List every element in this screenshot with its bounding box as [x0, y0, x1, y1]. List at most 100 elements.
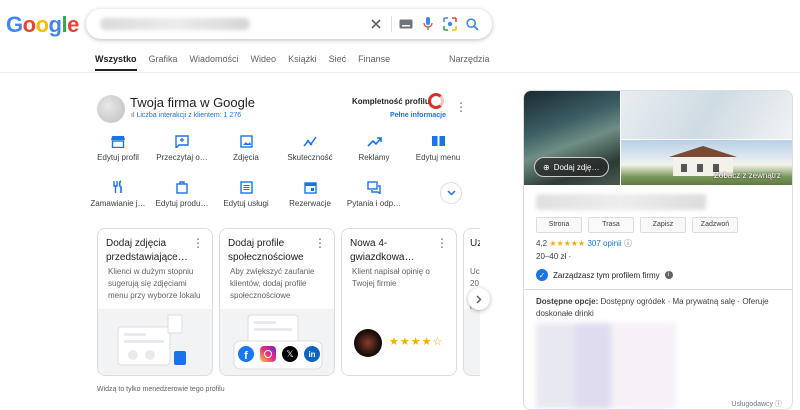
microphone-icon[interactable] [420, 16, 436, 32]
action-image[interactable]: Zdjęcia [214, 132, 278, 162]
info-icon[interactable]: ⓘ [624, 239, 632, 248]
suggestion-card-review[interactable]: Nowa 4-gwiazdkowa… ⋮ Klient napisał opin… [341, 228, 457, 376]
price-range: 20–40 zł · [536, 252, 572, 261]
full-info-link[interactable]: Pełne informacje [390, 112, 446, 119]
action-label: Reklamy [358, 153, 390, 162]
rating-value: 4,2 [536, 239, 548, 248]
bag-icon [150, 178, 214, 196]
options-label: Dostępne opcje: [536, 297, 599, 306]
panel-divider [524, 289, 792, 290]
blurred-details [536, 323, 676, 409]
review-illustration: ★★★★☆ [342, 309, 456, 375]
card-title: Dodaj zdjęcia przedstawiające… [106, 238, 188, 263]
linkedin-icon: in [304, 346, 320, 362]
tab-sieć[interactable]: Sieć [329, 54, 347, 71]
logo-letter: G [6, 12, 23, 37]
action-calendar[interactable]: Rezerwacje [278, 178, 342, 208]
cutlery-icon [86, 178, 150, 196]
providers-link[interactable]: Usługodawcy ⓘ [731, 399, 782, 409]
logo-letter: o [35, 12, 49, 37]
kp-button-strona[interactable]: Strona [536, 217, 582, 233]
service-options: Dostępne opcje: Dostępny ogródek · Ma pr… [536, 296, 781, 320]
kp-button-zapisz[interactable]: Zapisz [640, 217, 686, 233]
search-tabs: Wszystko Grafika Wiadomości Wideo Książki Sie… [95, 54, 402, 71]
tab-wszystko[interactable]: Wszystko [95, 54, 137, 71]
more-options-icon[interactable]: ⋮ [455, 101, 467, 113]
business-name-blurred [536, 194, 706, 210]
facebook-icon: f [238, 346, 254, 362]
tab-grafika[interactable]: Grafika [149, 54, 178, 71]
business-panel-title: Twoja firma w Google [130, 95, 255, 110]
managed-text: Zarządzasz tym profilem firmy [553, 270, 660, 280]
suggestion-card-photos[interactable]: Dodaj zdjęcia przedstawiające… ⋮ Klienci… [97, 228, 213, 376]
action-label: Edytuj usługi [223, 199, 269, 208]
action-label: Rezerwacje [289, 199, 331, 208]
chat-icon [342, 178, 406, 196]
reviews-link[interactable]: 307 opinii [587, 239, 621, 248]
search-icon[interactable] [464, 16, 480, 32]
action-trend[interactable]: Reklamy [342, 132, 406, 162]
action-cutlery[interactable]: Zamawianie j… [86, 178, 150, 208]
social-illustration: f 𝕏 in [220, 309, 334, 375]
action-label: Pytania i odp… [346, 199, 402, 208]
lens-icon[interactable] [442, 16, 458, 32]
cards-next-button[interactable] [468, 288, 490, 310]
close-icon[interactable] [368, 16, 384, 32]
tab-wiadomości[interactable]: Wiadomości [190, 54, 239, 71]
action-message[interactable]: Przeczytaj o… [150, 132, 214, 162]
tab-finanse[interactable]: Finanse [358, 54, 390, 71]
chart-icon [278, 132, 342, 150]
keyboard-icon[interactable] [398, 16, 414, 32]
chevron-down-icon [446, 190, 456, 196]
action-chat[interactable]: Pytania i odp… [342, 178, 406, 208]
image-icon [214, 132, 278, 150]
card-illustration [464, 309, 480, 375]
action-list[interactable]: Edytuj usługi [214, 178, 278, 208]
add-photo-button[interactable]: ⊕ Dodaj zdję… [534, 157, 609, 177]
suggestion-card-social[interactable]: Dodaj profile społecznościowe ⋮ Aby zwię… [219, 228, 335, 376]
review-stars: ★★★★☆ [389, 336, 444, 348]
store-icon [86, 132, 150, 150]
tab-książki[interactable]: Książki [288, 54, 317, 71]
action-store[interactable]: Edytuj profil [86, 132, 150, 162]
card-description: Klienci w dużym stopniu sugerują się zdj… [108, 267, 201, 300]
view-outside-label[interactable]: Zobacz z zewnątrz [714, 171, 781, 180]
action-label: Skuteczność [287, 153, 333, 162]
completeness-label: Kompletność profilu [352, 97, 430, 106]
search-bar[interactable] [86, 9, 492, 39]
list-icon [214, 178, 278, 196]
action-label: Zdjęcia [233, 153, 259, 162]
action-label: Edytuj produ… [155, 199, 209, 208]
card-title: Dodaj profile społecznościowe [228, 238, 304, 263]
action-label: Przeczytaj o… [156, 153, 208, 162]
action-chart[interactable]: Skuteczność [278, 132, 342, 162]
card-menu-icon[interactable]: ⋮ [314, 237, 326, 249]
interactions-text: Liczba interakcji z klientem: 1 276 [136, 112, 242, 119]
interactions-link[interactable]: ıl Liczba interakcji z klientem: 1 276 [131, 112, 241, 119]
expand-actions-button[interactable] [440, 182, 462, 204]
photos-illustration [98, 309, 212, 375]
providers-label: Usługodawcy [731, 401, 774, 408]
reviewer-avatar [354, 329, 382, 357]
card-title: Nowa 4-gwiazdkowa… [350, 238, 415, 263]
card-description: Aby zwiększyć zaufanie klientów, dodaj p… [230, 267, 315, 300]
tools-button[interactable]: Narzędzia [449, 54, 490, 64]
card-menu-icon[interactable]: ⋮ [436, 237, 448, 249]
rating-row: 4,2 ★★★★★ 307 opinii ⓘ [536, 238, 632, 249]
rating-stars: ★★★★★ [549, 239, 586, 248]
kp-button-trasa[interactable]: Trasa [588, 217, 634, 233]
message-icon [150, 132, 214, 150]
google-logo[interactable]: Google [6, 12, 79, 38]
action-label: Edytuj menu [415, 153, 461, 162]
card-menu-icon[interactable]: ⋮ [192, 237, 204, 249]
info-icon[interactable]: i [664, 271, 673, 279]
tab-wideo[interactable]: Wideo [251, 54, 277, 71]
header-divider [0, 72, 800, 73]
action-menu-book[interactable]: Edytuj menu [406, 132, 470, 162]
action-bag[interactable]: Edytuj produ… [150, 178, 214, 208]
kp-button-zadzwoń[interactable]: Zadzwoń [692, 217, 738, 233]
knowledge-panel: ⊕ Dodaj zdję… Zobacz z zewnątrz Strona Tr… [523, 90, 793, 410]
search-input[interactable] [100, 18, 250, 30]
verified-check-icon: ✓ [536, 269, 548, 281]
map-photo[interactable] [621, 91, 792, 139]
